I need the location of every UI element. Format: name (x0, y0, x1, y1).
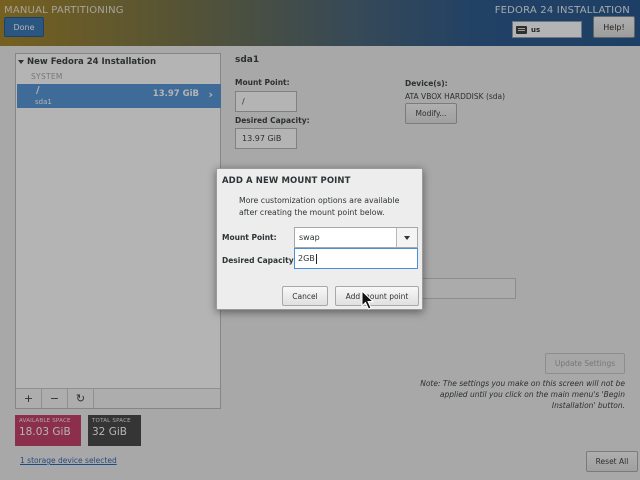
dialog-mount-point-label: Mount Point: (222, 233, 277, 242)
cancel-button[interactable]: Cancel (282, 286, 328, 306)
dropdown-arrow-icon[interactable] (396, 228, 417, 247)
desired-capacity-input[interactable]: 2GB (294, 248, 418, 269)
mount-point-combo-value[interactable]: swap (295, 228, 396, 247)
mount-point-combo[interactable]: swap (294, 227, 418, 248)
desired-capacity-input-value: 2GB (298, 254, 315, 263)
text-caret (315, 253, 317, 264)
dialog-capacity-label: Desired Capacity: (222, 256, 297, 265)
mouse-cursor-icon (361, 290, 375, 310)
dialog-title: ADD A NEW MOUNT POINT (222, 176, 351, 186)
add-mount-point-dialog: ADD A NEW MOUNT POINT More customization… (216, 168, 423, 310)
dialog-description: More customization options are available… (239, 196, 400, 217)
add-mount-point-button[interactable]: Add mount point (335, 286, 419, 306)
